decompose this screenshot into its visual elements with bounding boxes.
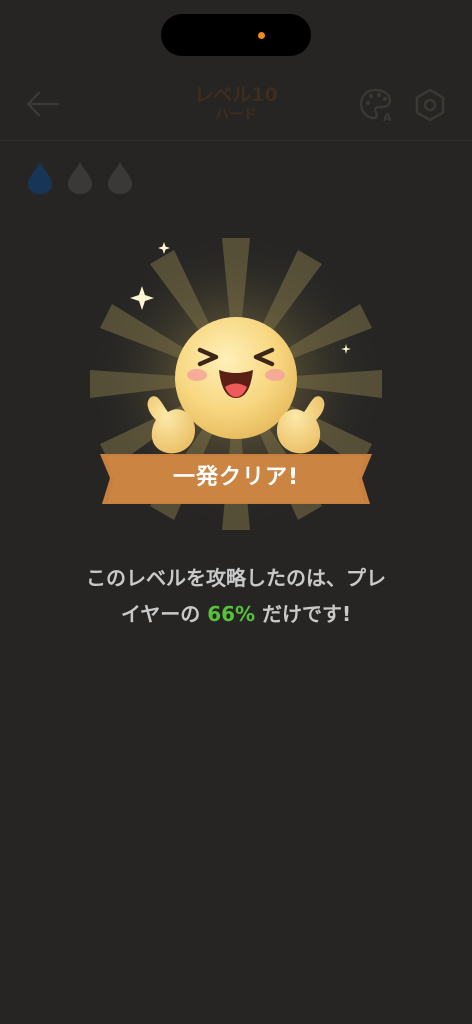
level-title: レベル10 — [194, 84, 278, 106]
level-title-block: レベル10 ハード — [136, 84, 336, 124]
dynamic-island — [161, 14, 311, 56]
message-suffix: だけです! — [255, 602, 352, 626]
drop-icon — [68, 162, 92, 194]
drop-icon — [28, 162, 52, 194]
settings-gear-icon — [415, 88, 445, 122]
back-button[interactable] — [22, 88, 62, 120]
nav-divider — [0, 140, 472, 141]
message-prefix: イヤーの — [120, 602, 208, 626]
banner-label: 一発クリア! — [172, 465, 300, 490]
clear-rate-message: このレベルを攻略したのは、プレ イヤーの 66% だけです! — [30, 560, 442, 632]
camera-indicator-dot — [258, 32, 265, 39]
settings-button[interactable] — [412, 87, 448, 123]
drop-icon — [108, 162, 132, 194]
message-line-2: イヤーの 66% だけです! — [30, 596, 442, 632]
palette-badge-letter: A — [383, 111, 392, 124]
clear-rate-percent: 66% — [207, 602, 256, 626]
arrow-left-icon — [26, 91, 60, 117]
difficulty-label: ハード — [215, 107, 257, 123]
theme-palette-button[interactable]: A — [358, 86, 396, 124]
nav-bar: レベル10 ハード A — [0, 72, 472, 140]
palette-icon: A — [359, 88, 392, 124]
message-line-1: このレベルを攻略したのは、プレ — [86, 566, 386, 590]
